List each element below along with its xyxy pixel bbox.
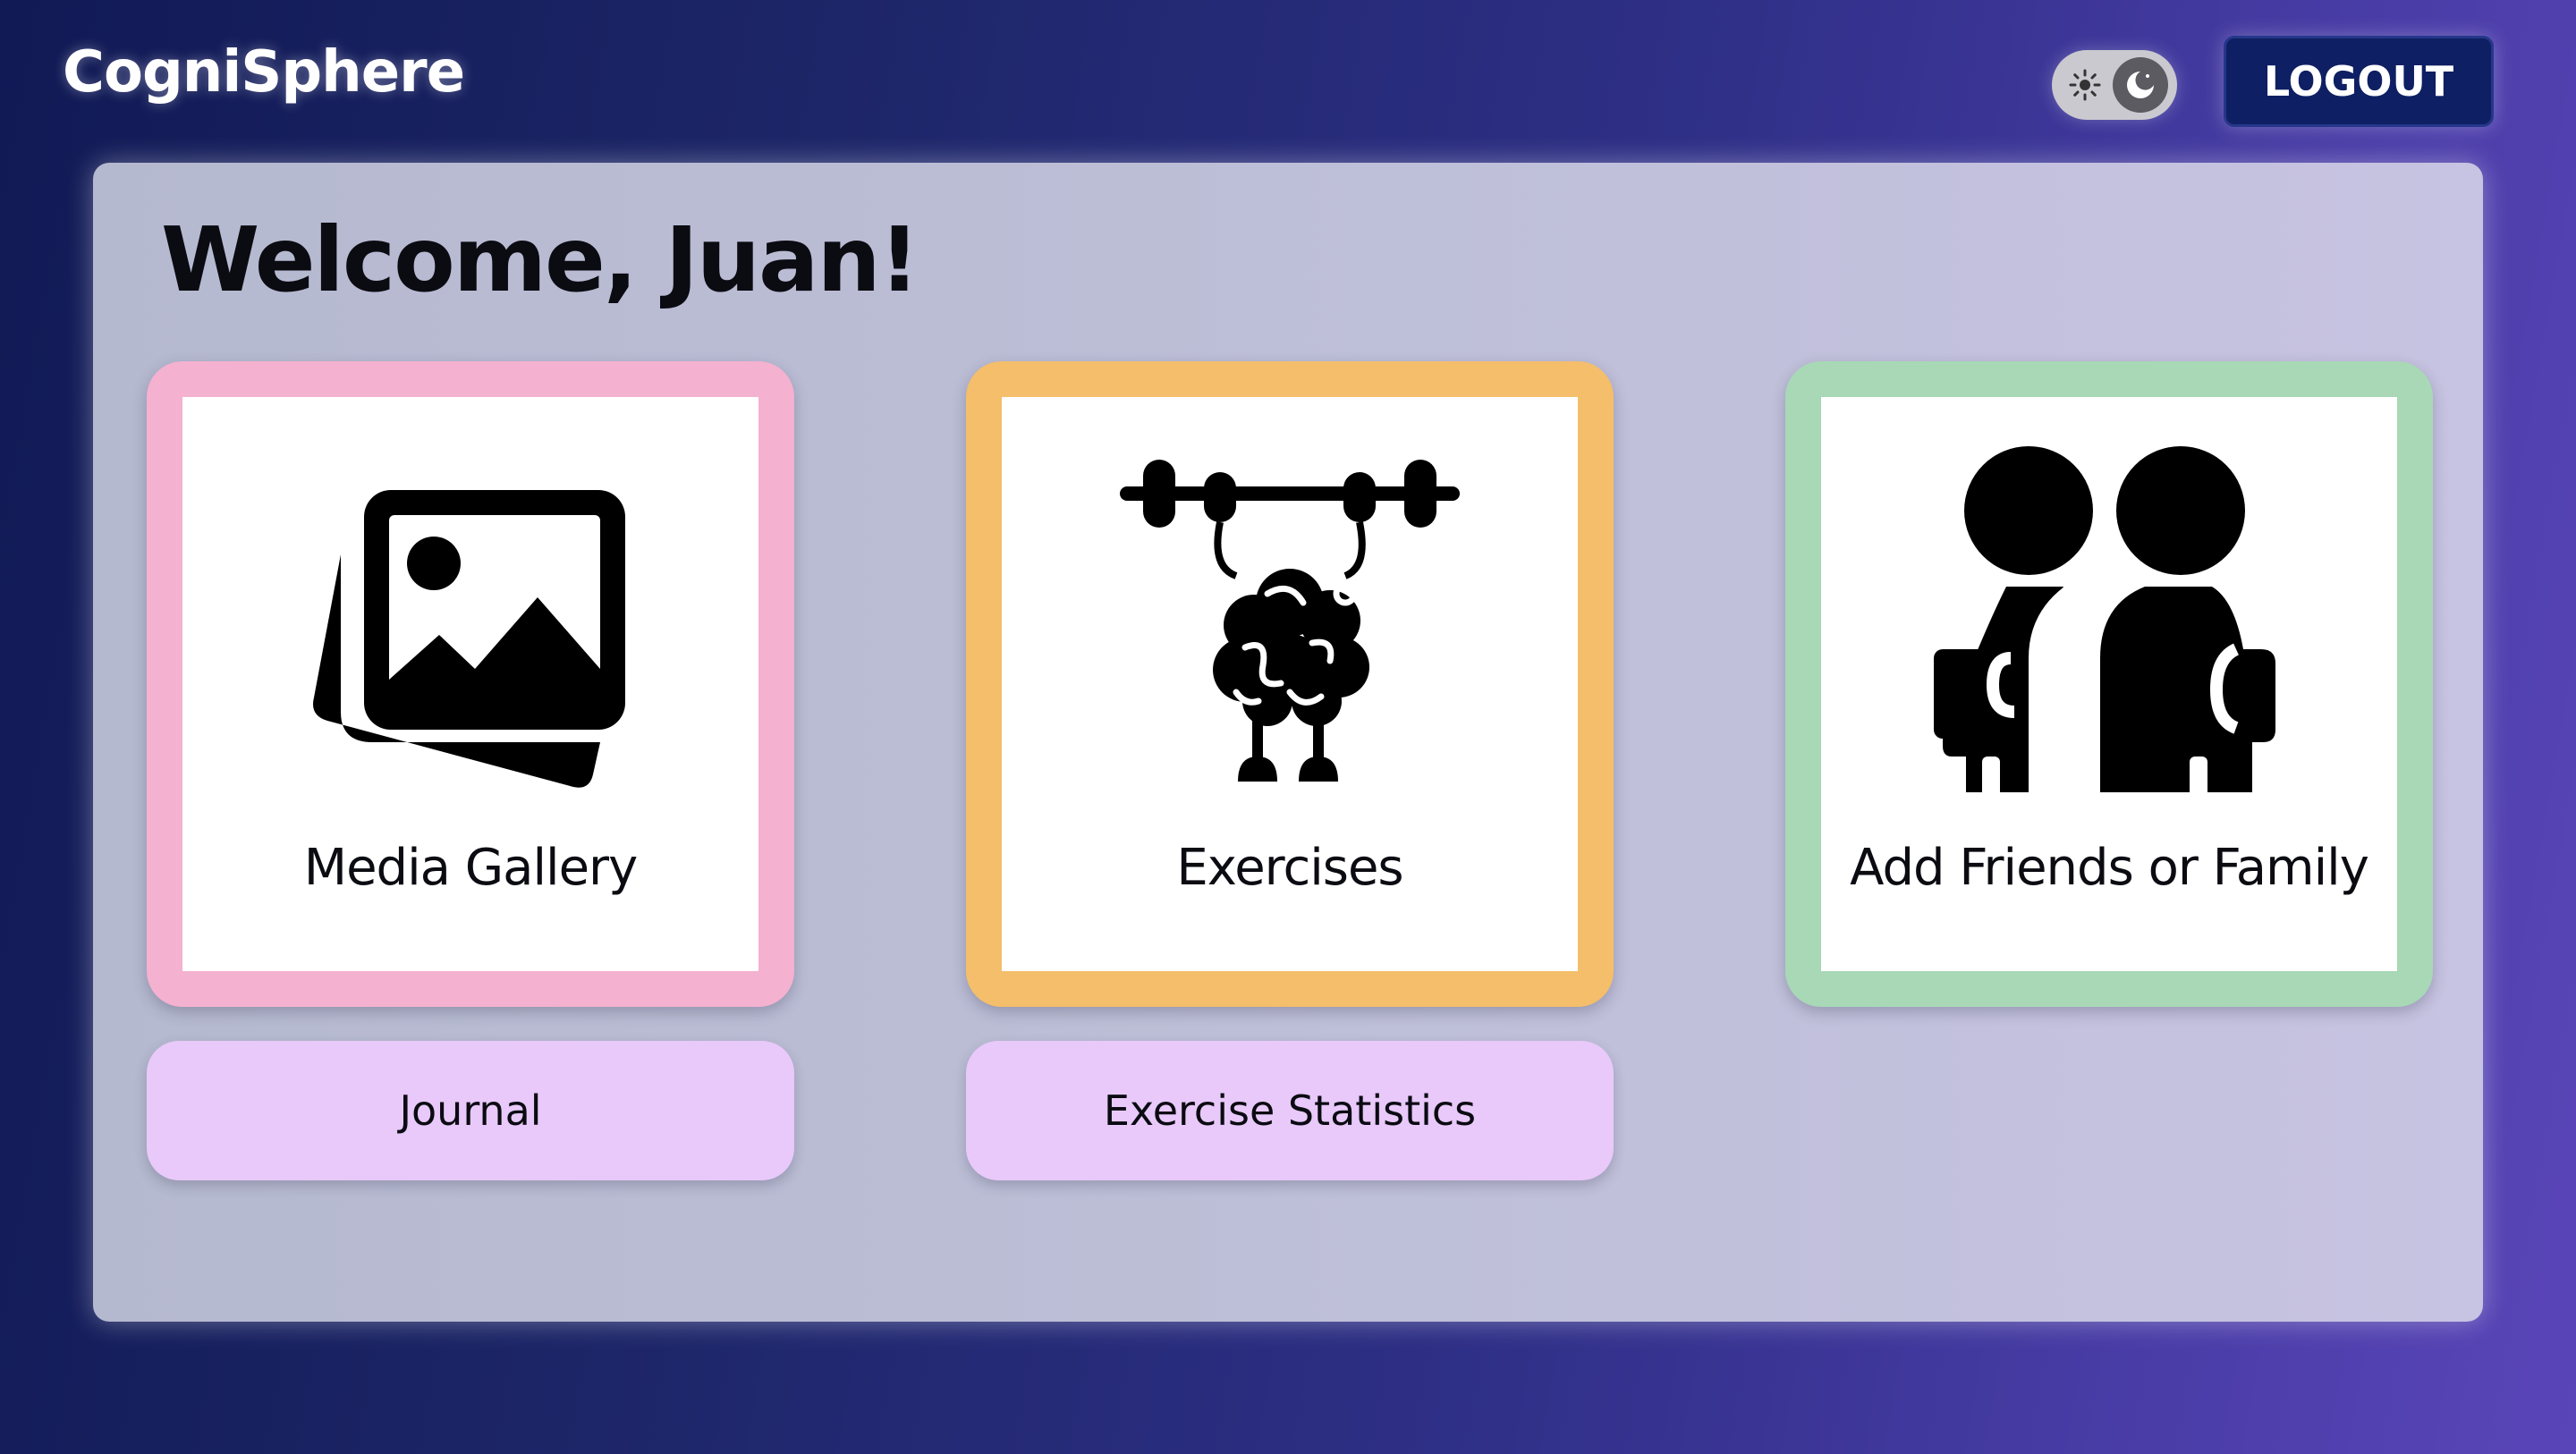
exercises-tile[interactable]: Exercises [966, 361, 1614, 1007]
brain-lifting-barbell-icon [1120, 460, 1460, 782]
app-logo[interactable]: CogniSphere [63, 39, 465, 106]
media-gallery-tile[interactable]: Media Gallery [147, 361, 794, 1007]
two-people-icon [1921, 446, 2297, 801]
tile-label: Exercises [1176, 839, 1403, 897]
tile-card: Media Gallery [182, 397, 758, 971]
tile-card: Add Friends or Family [1821, 397, 2397, 971]
tile-label: Media Gallery [303, 839, 638, 897]
dashboard-panel: Welcome, Juan! Media Gallery Exercises A… [93, 163, 2483, 1322]
welcome-heading: Welcome, Juan! [161, 207, 919, 312]
logout-button[interactable]: LOGOUT [2224, 36, 2494, 127]
top-bar: CogniSphere LOGOUT [0, 0, 2576, 161]
sun-icon [2069, 69, 2101, 101]
journal-button[interactable]: Journal [147, 1041, 794, 1180]
image-gallery-icon [313, 490, 625, 788]
moon-icon [2127, 72, 2154, 98]
exercise-statistics-button[interactable]: Exercise Statistics [966, 1041, 1614, 1180]
theme-toggle[interactable] [2052, 50, 2177, 120]
toggle-knob[interactable] [2113, 57, 2168, 113]
tile-card: Exercises [1002, 397, 1578, 971]
tile-label: Add Friends or Family [1850, 839, 2369, 897]
add-friends-tile[interactable]: Add Friends or Family [1785, 361, 2433, 1007]
